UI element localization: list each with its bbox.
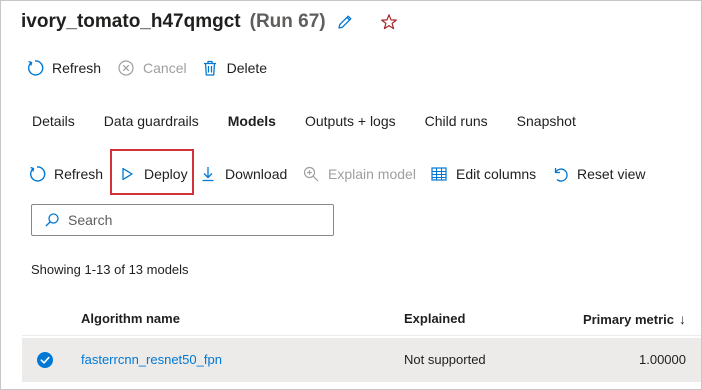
edit-columns-label: Edit columns [456,166,537,182]
delete-label: Delete [226,60,268,76]
column-header-explained[interactable]: Explained [404,311,465,326]
refresh-label: Refresh [54,166,104,182]
pencil-icon[interactable] [336,13,354,31]
refresh-models-button[interactable]: Refresh [28,163,103,185]
refresh-run-button[interactable]: Refresh [26,57,101,79]
run-number: (Run 67) [249,11,326,32]
edit-columns-button[interactable]: Edit columns [430,163,536,185]
cancel-label: Cancel [143,60,187,76]
tab-models[interactable]: Models [228,113,276,129]
search-icon [44,212,60,228]
run-name: ivory_tomato_h47qmgct [21,11,241,32]
explain-label: Explain model [328,166,416,182]
cancel-run-button[interactable]: Cancel [117,57,187,79]
tab-child-runs[interactable]: Child runs [425,113,488,129]
download-button[interactable]: Download [199,163,287,185]
column-header-algorithm[interactable]: Algorithm name [81,311,180,326]
run-tabs: Details Data guardrails Models Outputs +… [32,110,605,132]
table-row[interactable]: fasterrcnn_resnet50_fpn Not supported 1.… [22,338,701,382]
primary-metric-value: 1.00000 [639,352,686,367]
trash-icon [201,59,219,77]
checkmark-circle-icon[interactable] [37,352,53,368]
cancel-icon [117,59,135,77]
refresh-icon [26,59,44,77]
sort-descending-icon: ↓ [679,311,686,327]
search-input[interactable] [68,212,308,228]
run-command-bar: Refresh Cancel Delete [26,57,267,79]
undo-icon [551,165,569,183]
refresh-icon [28,165,46,183]
reset-view-button[interactable]: Reset view [551,163,645,185]
tab-data-guardrails[interactable]: Data guardrails [104,113,199,129]
explain-model-button[interactable]: Explain model [302,163,416,185]
tab-outputs-logs[interactable]: Outputs + logs [305,113,396,129]
download-label: Download [225,166,288,182]
models-count-text: Showing 1-13 of 13 models [31,262,189,277]
zoom-in-icon [302,165,320,183]
search-box [31,204,334,236]
column-header-primary-metric[interactable]: Primary metric ↓ [583,311,686,327]
table-icon [430,165,448,183]
algorithm-name-link[interactable]: fasterrcnn_resnet50_fpn [81,352,222,367]
tab-details[interactable]: Details [32,113,75,129]
delete-run-button[interactable]: Delete [201,57,267,79]
download-icon [199,165,217,183]
tab-snapshot[interactable]: Snapshot [517,113,576,129]
refresh-label: Refresh [52,60,102,76]
reset-view-label: Reset view [577,166,646,182]
deploy-label: Deploy [144,166,188,182]
explained-value: Not supported [404,352,486,367]
table-header: Algorithm name Explained Primary metric … [22,300,701,336]
primary-metric-label: Primary metric [582,311,674,327]
play-icon [118,165,136,183]
star-icon[interactable] [380,13,398,31]
deploy-button[interactable]: Deploy [118,163,188,185]
page-header: ivory_tomato_h47qmgct (Run 67) [21,9,398,35]
